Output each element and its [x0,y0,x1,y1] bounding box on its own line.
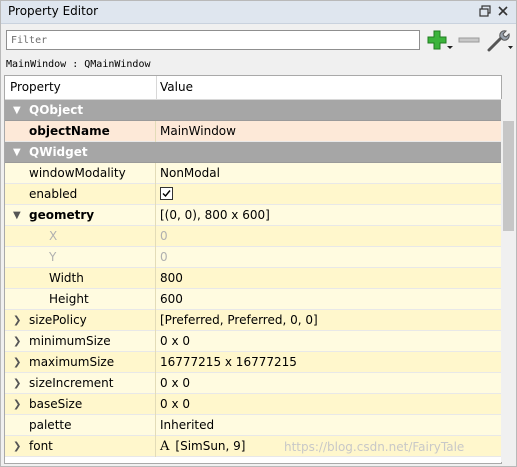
table-row[interactable]: X 0 [5,226,501,247]
property-name: font [29,439,53,453]
chevron-right-icon[interactable]: ❯ [13,352,21,373]
panel-title: Property Editor [8,4,99,18]
property-value[interactable]: 0 x 0 [156,394,501,415]
filter-field[interactable] [6,30,420,50]
chevron-right-icon[interactable]: ❯ [13,331,21,352]
property-name: Height [49,292,89,306]
property-editor-panel: Property Editor MainWindow [0,0,517,467]
property-rows: ▼ QObject objectName MainWindow ▼ QWidget … [5,100,501,457]
property-value[interactable]: Inherited [156,415,501,436]
vertical-scrollbar[interactable] [501,99,516,462]
chevron-right-icon[interactable]: ❯ [13,373,21,394]
property-value[interactable]: [Preferred, Preferred, 0, 0] [156,310,501,331]
float-icon[interactable] [478,4,492,18]
property-value[interactable]: 0 x 0 [156,331,501,352]
column-header-property[interactable]: Property [10,80,61,94]
minus-icon[interactable] [456,28,484,52]
chevron-down-icon[interactable]: ▼ [13,100,21,121]
plus-icon[interactable] [425,28,453,52]
table-row[interactable]: palette Inherited [5,415,501,436]
property-name: sizePolicy [29,313,87,327]
font-value: [SimSun, 9] [175,439,246,453]
title-bar: Property Editor [1,1,516,24]
toolbar [1,24,516,58]
category-row-qwidget[interactable]: ▼ QWidget [5,142,501,163]
table-row[interactable]: Width 800 [5,268,501,289]
property-value[interactable]: 0 x 0 [156,373,501,394]
property-value[interactable]: 600 [156,289,501,310]
chevron-down-icon[interactable]: ▼ [13,205,21,226]
table-row[interactable]: windowModality NonModal [5,163,501,184]
column-header-value[interactable]: Value [160,80,193,94]
property-name: baseSize [29,397,83,411]
property-value[interactable]: 0 [156,247,501,268]
chevron-right-icon[interactable]: ❯ [13,310,21,331]
property-name: windowModality [29,166,126,180]
table-header: Property Value [5,76,501,100]
table-row[interactable]: ❯ sizePolicy [Preferred, Preferred, 0, 0] [5,310,501,331]
property-value[interactable]: 16777215 x 16777215 [156,352,501,373]
table-row[interactable]: ❯ sizeIncrement 0 x 0 [5,373,501,394]
font-icon: A [160,439,170,454]
property-name: maximumSize [29,355,115,369]
table-row[interactable]: ❯ minimumSize 0 x 0 [5,331,501,352]
property-name: palette [29,418,72,432]
property-value[interactable]: NonModal [156,163,501,184]
property-name: geometry [29,208,95,222]
property-name: Y [49,250,57,264]
chevron-right-icon[interactable]: ❯ [13,394,21,415]
object-class-label: MainWindow : QMainWindow [6,59,151,70]
property-value[interactable] [156,184,501,205]
close-icon[interactable] [496,4,510,18]
property-value[interactable]: MainWindow [156,121,501,142]
enabled-checkbox[interactable] [160,187,173,200]
scrollbar-thumb[interactable] [503,121,514,231]
chevron-right-icon[interactable]: ❯ [13,436,21,457]
property-name: X [49,229,58,243]
property-table: Property Value ▼ QObject objectName MainW… [4,75,502,464]
property-name: sizeIncrement [29,376,114,390]
table-row[interactable]: Height 600 [5,289,501,310]
property-value[interactable]: 0 [156,226,501,247]
category-row-qobject[interactable]: ▼ QObject [5,100,501,121]
table-row[interactable]: enabled [5,184,501,205]
watermark-text: https://blog.csdn.net/FairyTale [284,440,465,454]
wrench-icon[interactable] [485,28,513,52]
property-name: Width [49,271,84,285]
table-row[interactable]: ▼ geometry [(0, 0), 800 x 600] [5,205,501,226]
table-row[interactable]: ❯ baseSize 0 x 0 [5,394,501,415]
category-label: QObject [29,103,84,117]
chevron-down-icon[interactable]: ▼ [13,142,21,163]
table-row[interactable]: Y 0 [5,247,501,268]
property-value[interactable]: [(0, 0), 800 x 600] [156,205,501,226]
property-value[interactable]: 800 [156,268,501,289]
property-name: minimumSize [29,334,111,348]
filter-input[interactable] [7,31,419,49]
property-name: enabled [29,187,78,201]
column-separator[interactable] [156,76,157,99]
property-name: objectName [29,124,110,138]
table-row[interactable]: objectName MainWindow [5,121,501,142]
category-label: QWidget [29,145,88,159]
table-row[interactable]: ❯ maximumSize 16777215 x 16777215 [5,352,501,373]
